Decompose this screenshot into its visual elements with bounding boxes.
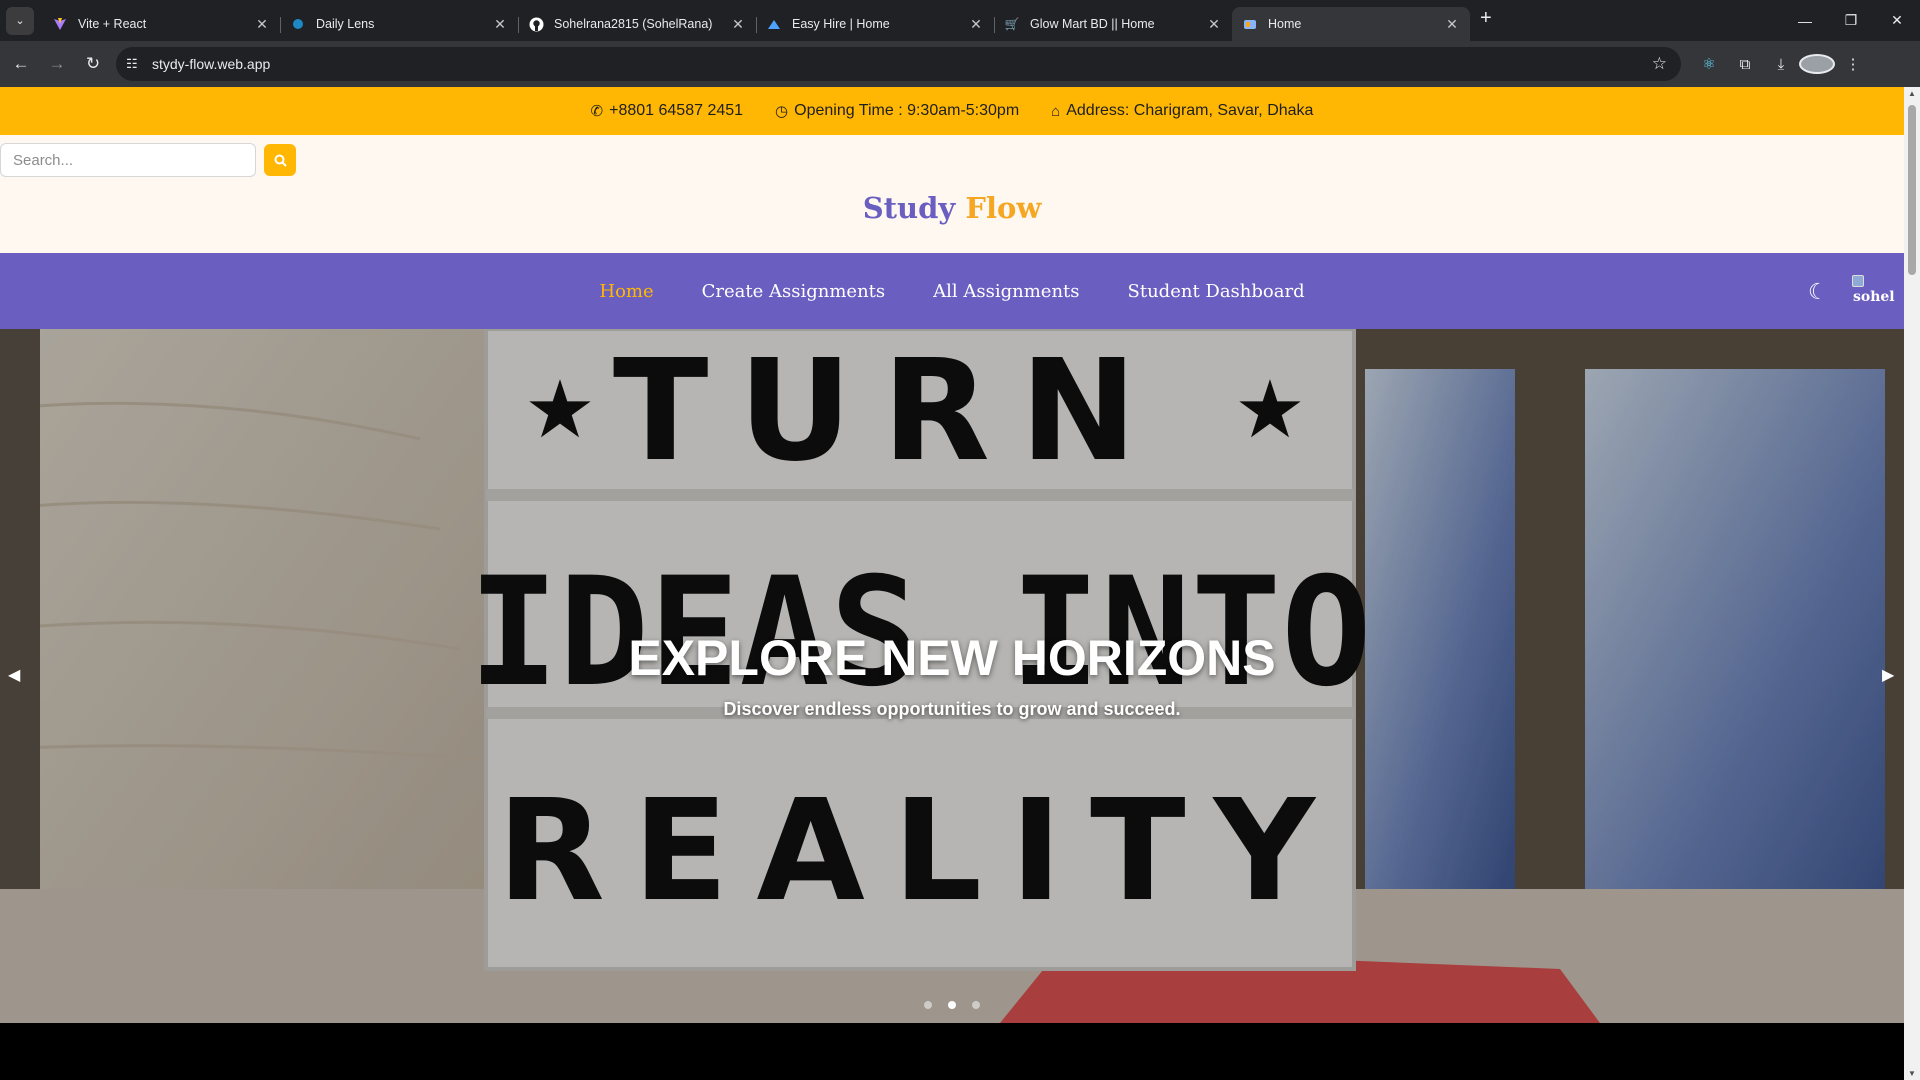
hero-carousel: ★ ★ TURN IDEAS INTO REALITY EXPLORE NEW …	[0, 329, 1904, 1023]
menu-kebab-icon[interactable]: ⋮	[1835, 55, 1871, 73]
search-input[interactable]	[0, 143, 256, 177]
carousel-dot[interactable]	[948, 1001, 956, 1009]
cart-icon: 🛒	[1004, 17, 1020, 31]
profile-avatar[interactable]	[1799, 54, 1835, 74]
tab-title: Daily Lens	[316, 17, 375, 31]
close-icon[interactable]: ✕	[968, 16, 984, 33]
reload-icon[interactable]: ↻	[78, 49, 108, 79]
nav-student-dashboard[interactable]: Student Dashboard	[1128, 281, 1305, 302]
tab-daily-lens[interactable]: Daily Lens ✕	[280, 7, 518, 41]
site-logo[interactable]: Study Flow	[0, 191, 1904, 225]
hero-title: EXPLORE NEW HORIZONS	[628, 630, 1276, 686]
back-icon[interactable]: ←	[6, 49, 36, 79]
search-bar	[0, 143, 296, 177]
logo-part-1: Study	[862, 191, 956, 225]
forward-icon[interactable]: →	[42, 49, 72, 79]
scroll-down-icon[interactable]: ▼	[1908, 1069, 1916, 1078]
close-icon[interactable]: ✕	[730, 16, 746, 33]
tab-title: Vite + React	[78, 17, 147, 31]
tab-easy-hire[interactable]: Easy Hire | Home ✕	[756, 7, 994, 41]
window-controls: — ❐ ✕	[1782, 0, 1920, 41]
home-icon: ⌂	[1051, 102, 1061, 120]
hero-subtitle: Discover endless opportunities to grow a…	[723, 699, 1181, 719]
tab-glow-mart[interactable]: 🛒 Glow Mart BD || Home ✕	[994, 7, 1232, 41]
tab-home[interactable]: Home ✕	[1232, 7, 1470, 41]
download-icon[interactable]: ⤓	[1763, 56, 1799, 73]
address-info: ⌂ Address: Charigram, Savar, Dhaka	[1051, 102, 1313, 120]
new-tab-button[interactable]: +	[1480, 7, 1492, 30]
bookmark-star-icon[interactable]: ☆	[1652, 54, 1667, 74]
site-header: Study Flow	[0, 135, 1904, 253]
site-info-icon[interactable]: ☷	[126, 56, 148, 72]
carousel-next-icon[interactable]: ▶	[1882, 665, 1894, 685]
url-text[interactable]: stydy-flow.web.app	[152, 56, 1652, 72]
close-icon[interactable]: ✕	[1444, 16, 1460, 33]
react-devtools-icon[interactable]: ⚛	[1691, 55, 1727, 73]
logo-part-2: Flow	[965, 191, 1042, 225]
nav-create-assignments[interactable]: Create Assignments	[702, 281, 886, 302]
nav-all-assignments[interactable]: All Assignments	[933, 281, 1079, 302]
phone-info: ✆ +8801 64587 2451	[591, 102, 744, 120]
tab-github[interactable]: Sohelrana2815 (SohelRana) ✕	[518, 7, 756, 41]
clock-icon: ◷	[775, 103, 789, 120]
carousel-dot[interactable]	[924, 1001, 932, 1009]
close-icon[interactable]: ✕	[1206, 16, 1222, 33]
extensions-icon[interactable]: ⧉	[1727, 56, 1763, 73]
main-navbar: Home Create Assignments All Assignments …	[0, 253, 1904, 329]
tab-title: Sohelrana2815 (SohelRana)	[554, 17, 713, 31]
browser-toolbar: ← → ↻ ☷ stydy-flow.web.app ☆ ⚛ ⧉ ⤓ ⋮	[0, 41, 1920, 87]
carousel-prev-icon[interactable]: ◀	[8, 665, 20, 685]
browser-tabbar: ⌄ Vite + React ✕ Daily Lens ✕ Sohelrana2…	[0, 0, 1920, 41]
study-flow-icon	[1242, 16, 1258, 32]
carousel-dots	[0, 1001, 1904, 1009]
carousel-dot[interactable]	[972, 1001, 980, 1009]
close-icon[interactable]: ✕	[254, 16, 270, 33]
restore-icon[interactable]: ❐	[1828, 0, 1874, 41]
tab-search-button[interactable]: ⌄	[6, 6, 34, 35]
close-icon[interactable]: ✕	[492, 16, 508, 33]
avatar-alt-text: sohel	[1853, 289, 1895, 305]
scroll-up-icon[interactable]: ▲	[1908, 89, 1916, 98]
opening-time-info: ◷ Opening Time : 9:30am-5:30pm	[775, 102, 1019, 120]
page-scrollbar[interactable]: ▲ ▼	[1904, 87, 1920, 1080]
web-page: ✆ +8801 64587 2451 ◷ Opening Time : 9:30…	[0, 87, 1904, 1080]
tab-strip: Vite + React ✕ Daily Lens ✕ Sohelrana281…	[42, 0, 1470, 41]
tab-vite[interactable]: Vite + React ✕	[42, 7, 280, 41]
broken-image-icon	[1852, 275, 1864, 287]
daily-lens-icon	[290, 16, 306, 32]
user-avatar[interactable]: sohel	[1850, 275, 1895, 309]
tab-title: Glow Mart BD || Home	[1030, 17, 1155, 31]
extensions-area: ⚛ ⧉ ⤓ ⋮	[1691, 54, 1871, 74]
easy-hire-icon	[766, 16, 782, 32]
close-window-icon[interactable]: ✕	[1874, 0, 1920, 41]
search-button[interactable]	[264, 144, 296, 176]
nav-home[interactable]: Home	[599, 281, 653, 302]
vite-icon	[52, 16, 68, 32]
scrollbar-thumb[interactable]	[1908, 105, 1916, 275]
address-bar[interactable]: ☷ stydy-flow.web.app ☆	[116, 47, 1681, 81]
tab-title: Easy Hire | Home	[792, 17, 890, 31]
phone-text: +8801 64587 2451	[609, 102, 744, 119]
contact-topbar: ✆ +8801 64587 2451 ◷ Opening Time : 9:30…	[0, 87, 1904, 135]
opening-time-text: Opening Time : 9:30am-5:30pm	[794, 102, 1020, 119]
github-icon	[528, 16, 544, 32]
phone-icon: ✆	[590, 103, 604, 120]
search-icon	[274, 154, 287, 167]
minimize-icon[interactable]: —	[1782, 0, 1828, 41]
theme-toggle-moon-icon[interactable]: ☾	[1808, 279, 1828, 305]
address-text: Address: Charigram, Savar, Dhaka	[1066, 102, 1314, 119]
tab-title: Home	[1268, 17, 1302, 31]
